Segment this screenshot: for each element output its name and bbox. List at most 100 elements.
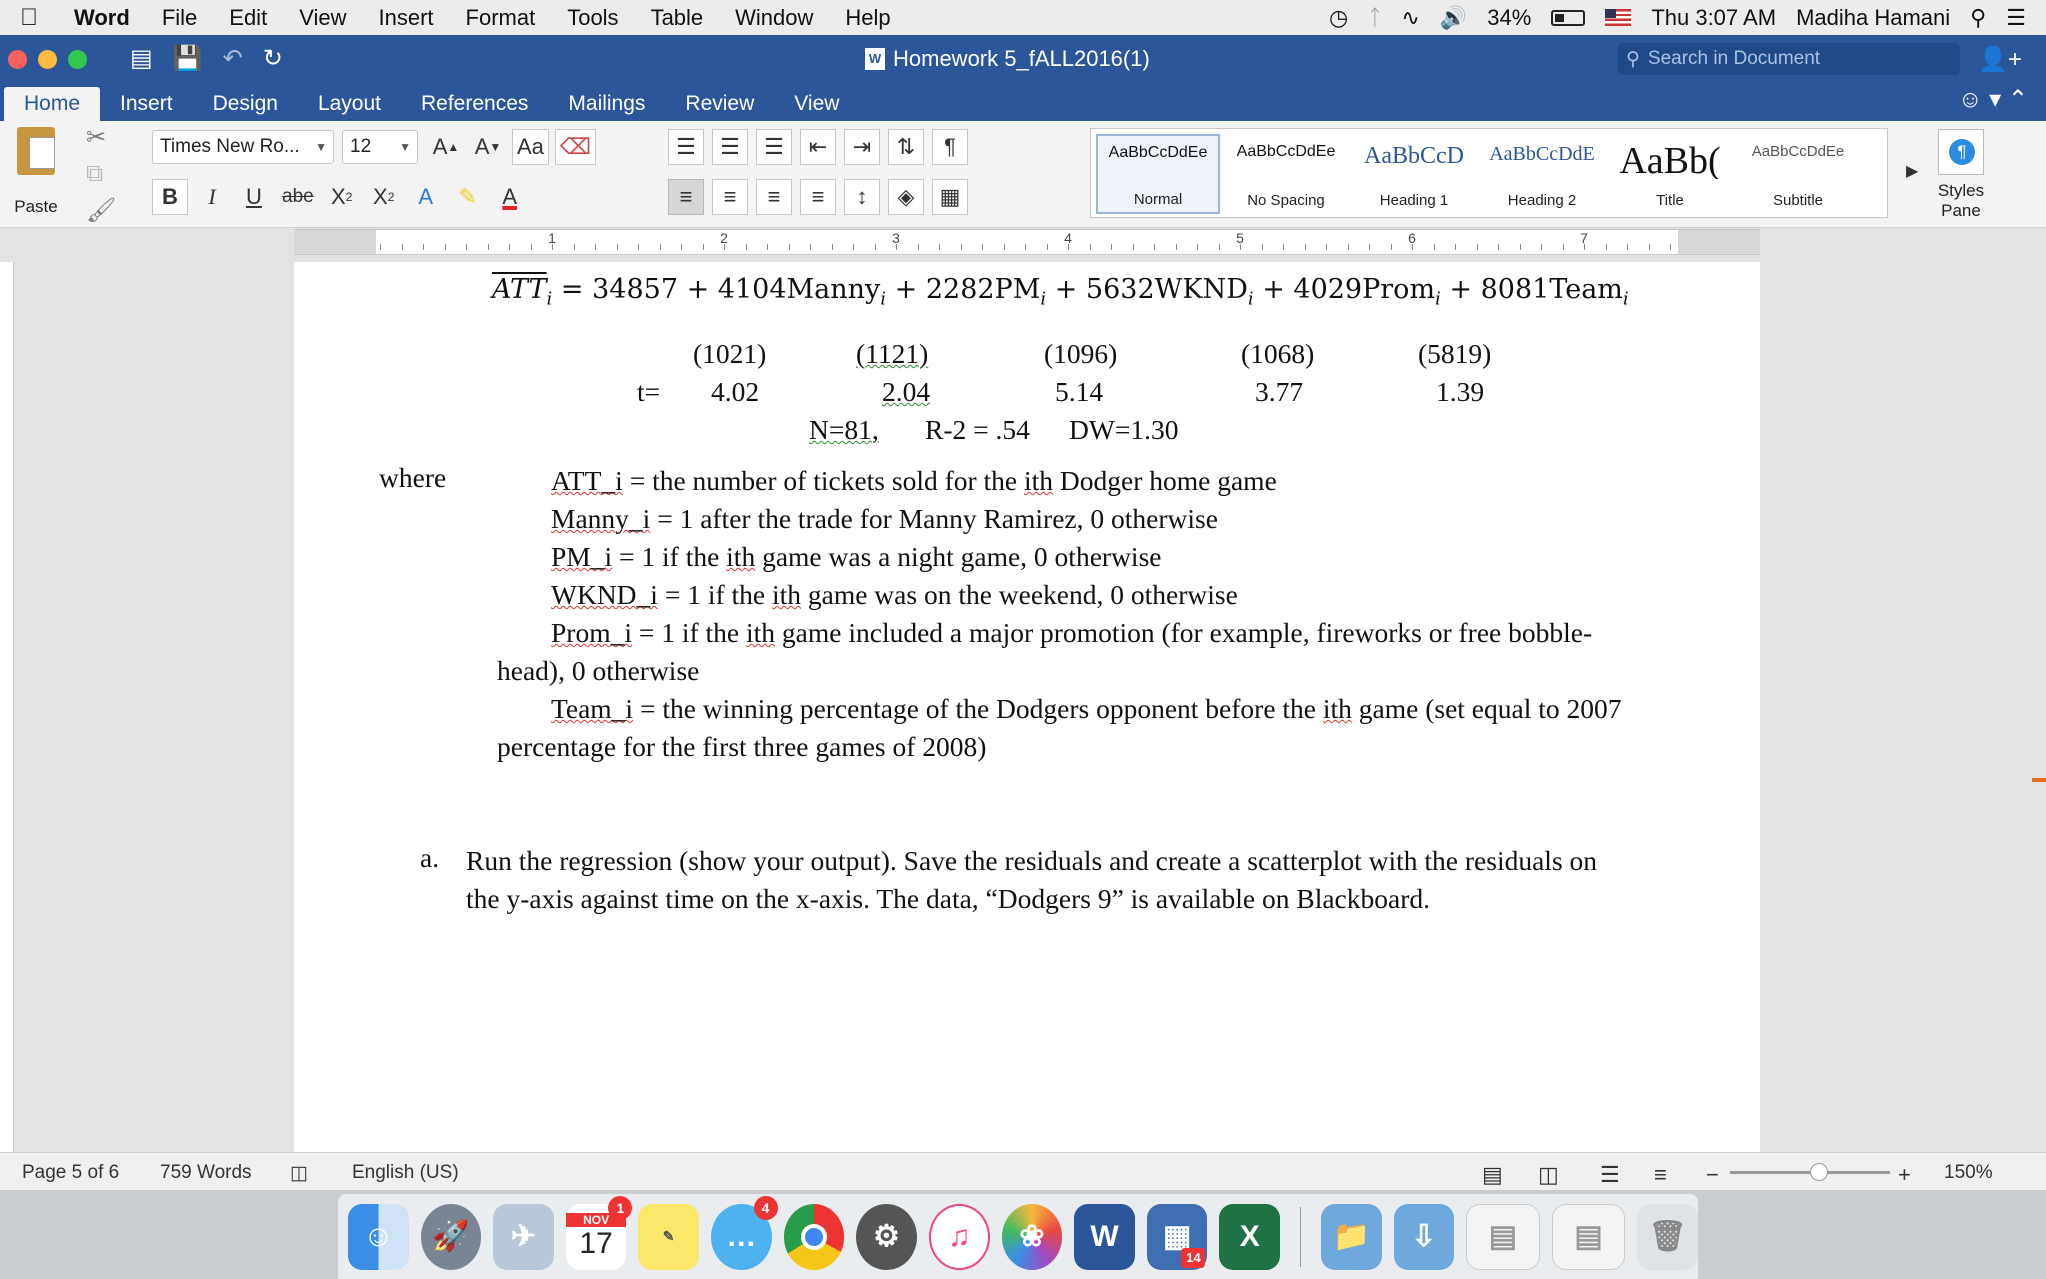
shrink-font-button[interactable]: A ▼ [470, 129, 506, 165]
zoom-window-button[interactable] [68, 50, 87, 69]
sidebar-toggle-icon[interactable]: ▤ [130, 44, 153, 73]
menu-insert[interactable]: Insert [362, 5, 449, 31]
spotlight-search-icon[interactable]: ⚲ [1970, 5, 1986, 31]
font-name-select[interactable]: Times New Ro... ▼ [152, 130, 334, 164]
document-page[interactable]: ATTi = 34857 + 4104Mannyi + 2282PMi + 56… [294, 262, 1760, 1152]
feedback-smiley-icon[interactable]: ☺ ▾ ⌃ [1958, 85, 2028, 114]
word-app-icon[interactable]: W [1074, 1203, 1135, 1270]
notification-center-icon[interactable]: ☰ [2006, 5, 2026, 31]
chrome-icon[interactable] [783, 1203, 845, 1270]
menu-help[interactable]: Help [829, 5, 906, 31]
tab-references[interactable]: References [401, 87, 548, 121]
cut-icon[interactable]: ✂ [86, 123, 116, 152]
line-spacing-icon[interactable]: ↕ [844, 179, 880, 215]
menu-app-word[interactable]: Word [58, 5, 146, 31]
close-window-button[interactable] [8, 50, 27, 69]
language[interactable]: English (US) [352, 1162, 459, 1184]
itunes-icon[interactable]: ♫ [928, 1203, 990, 1270]
style-subtitle[interactable]: AaBbCcDdEe Subtitle [1736, 134, 1860, 214]
sort-icon[interactable]: ⇅ [888, 129, 924, 165]
volume-icon[interactable]: 🔊 [1440, 5, 1467, 31]
menu-table[interactable]: Table [635, 5, 720, 31]
messages-icon[interactable]: … 4 [710, 1195, 778, 1270]
recent-screenshot-icon[interactable]: ▤ [1466, 1203, 1540, 1270]
menu-tools[interactable]: Tools [551, 5, 634, 31]
text-effects-button[interactable]: A [408, 179, 444, 215]
zoom-slider-knob[interactable] [1810, 1163, 1828, 1181]
redo-icon[interactable]: ↻ [263, 44, 283, 73]
borders-icon[interactable]: ▦ [932, 179, 968, 215]
menu-window[interactable]: Window [719, 5, 829, 31]
style-heading-2[interactable]: AaBbCcDdE Heading 2 [1480, 134, 1604, 214]
style-normal[interactable]: AaBbCcDdEe Normal [1096, 134, 1220, 214]
paste-button[interactable]: Paste [8, 127, 64, 217]
wifi-icon[interactable]: ∿ [1401, 5, 1419, 31]
font-color-button[interactable]: A [492, 179, 528, 215]
word-count[interactable]: 759 Words [160, 1162, 252, 1184]
strikethrough-button[interactable]: abe [278, 179, 318, 215]
style-heading-1[interactable]: AaBbCcD Heading 1 [1352, 134, 1476, 214]
proofing-icon[interactable]: ◫ [290, 1162, 308, 1185]
stickies-icon[interactable]: ✎ [638, 1203, 699, 1270]
print-layout-view-icon[interactable]: ▤ [1482, 1162, 1503, 1188]
tab-view[interactable]: View [774, 87, 859, 121]
justify-icon[interactable]: ≡ [800, 179, 836, 215]
share-add-person-icon[interactable]: 👤+ [1978, 45, 2022, 74]
zoom-out-icon[interactable]: − [1706, 1162, 1719, 1188]
tab-review[interactable]: Review [665, 87, 774, 121]
tab-mailings[interactable]: Mailings [548, 87, 665, 121]
copy-icon[interactable]: ⧉ [86, 160, 116, 188]
style-no-spacing[interactable]: AaBbCcDdEe No Spacing [1224, 134, 1348, 214]
horizontal-ruler[interactable]: 1 2 3 4 5 6 7 [294, 229, 1760, 255]
excel-app-icon[interactable]: X [1219, 1203, 1281, 1270]
zoom-in-icon[interactable]: + [1898, 1162, 1911, 1188]
increase-indent-icon[interactable]: ⇥ [844, 129, 880, 165]
menu-user[interactable]: Madiha Hamani [1796, 5, 1950, 31]
underline-button[interactable]: U [236, 179, 272, 215]
documents-folder-icon[interactable]: 📁 [1320, 1203, 1382, 1270]
multilevel-list-icon[interactable]: ☰ [756, 129, 792, 165]
page-count[interactable]: Page 5 of 6 [22, 1162, 119, 1184]
styles-pane-button[interactable]: Styles Pane [1930, 129, 1992, 221]
bullets-icon[interactable]: ☰ [668, 129, 704, 165]
zoom-percent[interactable]: 150% [1944, 1162, 1993, 1184]
tab-design[interactable]: Design [193, 87, 298, 121]
time-machine-icon[interactable]: ◷ [1329, 5, 1348, 31]
web-layout-view-icon[interactable]: ◫ [1538, 1162, 1559, 1188]
highlight-color-icon[interactable]: ✎ [450, 179, 486, 215]
undo-icon[interactable]: ↶ [223, 44, 243, 73]
menu-clock[interactable]: Thu 3:07 AM [1651, 5, 1776, 31]
outline-view-icon[interactable]: ☰ [1600, 1162, 1620, 1188]
grow-font-button[interactable]: A ▲ [428, 129, 464, 165]
search-in-document-field[interactable]: ⚲ Search in Document [1618, 43, 1960, 75]
apple-menu-icon[interactable]:  [0, 4, 58, 32]
align-left-icon[interactable]: ≡ [668, 179, 704, 215]
calendar-icon[interactable]: NOV 17 1 [565, 1195, 633, 1270]
trash-icon[interactable]: 🗑 [1637, 1203, 1698, 1270]
downloads-folder-icon[interactable]: ⇩ [1393, 1203, 1455, 1270]
clear-formatting-icon[interactable]: ⌫ [554, 129, 597, 165]
battery-icon[interactable] [1551, 9, 1586, 26]
italic-button[interactable]: I [194, 179, 230, 215]
tab-layout[interactable]: Layout [298, 87, 401, 121]
superscript-button[interactable]: X2 [366, 179, 402, 215]
tab-insert[interactable]: Insert [100, 87, 193, 121]
menu-file[interactable]: File [146, 5, 213, 31]
show-paragraph-marks-icon[interactable]: ¶ [932, 129, 968, 165]
decrease-indent-icon[interactable]: ⇤ [800, 129, 836, 165]
format-painter-icon[interactable]: 🖌 [86, 196, 116, 225]
grid-app-icon[interactable]: ▦ 14 [1146, 1203, 1208, 1270]
subscript-button[interactable]: X2 [324, 179, 360, 215]
bold-button[interactable]: B [152, 179, 188, 215]
font-size-select[interactable]: 12 ▼ [342, 130, 418, 164]
vertical-scrollbar[interactable] [2036, 262, 2046, 1152]
battery-percent[interactable]: 34% [1487, 5, 1531, 31]
photo-viewer-icon[interactable]: ✈ [493, 1203, 554, 1270]
recent-screenshot-icon[interactable]: ▤ [1551, 1203, 1626, 1270]
input-source-flag-icon[interactable] [1605, 9, 1632, 26]
align-center-icon[interactable]: ≡ [712, 179, 748, 215]
launchpad-icon[interactable]: 🚀 [420, 1203, 482, 1270]
system-preferences-icon[interactable]: ⚙ [856, 1203, 917, 1270]
minimize-window-button[interactable] [38, 50, 57, 69]
change-case-button[interactable]: Aa [512, 129, 549, 165]
